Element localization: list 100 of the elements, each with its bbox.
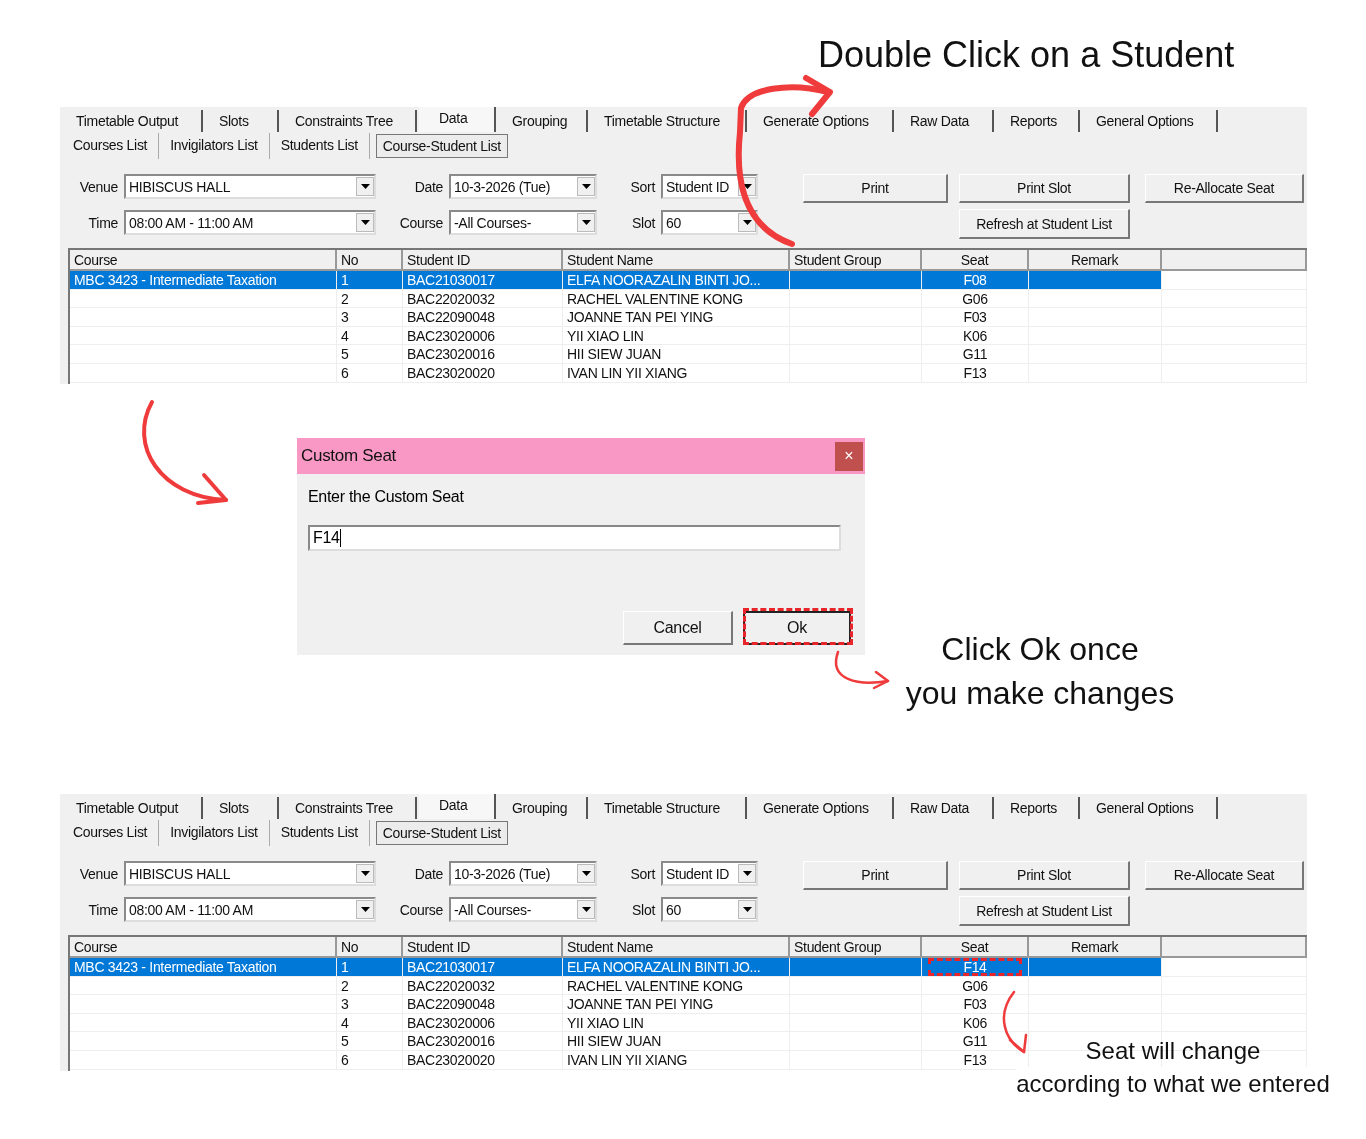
dialog-button[interactable]: Cancel [623,611,733,645]
curved-arrow [1002,990,1028,1054]
sub-tab[interactable]: Students List [269,820,370,846]
action-button[interactable]: Re-Allocate Seat [1145,861,1304,890]
tab[interactable]: Timetable Output [62,110,203,132]
column-header[interactable]: Student Name [563,250,790,271]
sub-tab[interactable]: Students List [269,133,370,159]
tab[interactable]: General Options [1082,797,1218,819]
table-cell: BAC22090048 [407,309,495,326]
table-cell: BAC23020020 [407,1051,495,1068]
table-cell: YII XIAO LIN [567,1014,644,1031]
dialog-button[interactable]: Ok [743,611,851,645]
column-header[interactable]: Student Name [563,937,790,958]
table-row[interactable]: 3 BAC22090048 JOANNE TAN PEI YING F03 [70,995,1307,1014]
field-label: Date [413,865,444,882]
table-row[interactable]: 4 BAC23020006 YII XIAO LIN K06 [70,326,1307,346]
tab[interactable]: Raw Data [896,797,994,819]
tab[interactable]: Raw Data [896,110,994,132]
tab[interactable]: Constraints Tree [281,110,417,132]
table-row[interactable]: 2 BAC22020032 RACHEL VALENTINE KONG G06 [70,289,1307,309]
column-header[interactable]: Course [70,937,337,958]
action-button[interactable]: Print Slot [959,174,1130,203]
tab[interactable]: Constraints Tree [281,797,417,819]
dropdown-field[interactable]: -All Courses- [449,210,597,235]
table-cell: 4 [341,327,349,344]
action-button[interactable]: Refresh at Student List [959,896,1130,926]
table-row[interactable]: 2 BAC22020032 RACHEL VALENTINE KONG G06 [70,976,1307,996]
action-button[interactable]: Refresh at Student List [959,209,1130,239]
column-header[interactable]: Student Group [790,250,922,271]
table-cell: IVAN LIN YII XIANG [567,1051,688,1068]
action-button[interactable]: Print [803,174,948,203]
table-row[interactable]: MBC 3423 - Intermediate Taxation 1 BAC21030017 ELFA NOORAZALIN BINTI JO... F14 [70,958,1307,977]
dropdown-field[interactable]: 08:00 AM - 11:00 AM [124,210,376,235]
dropdown-field[interactable]: Student ID [661,174,758,199]
table-cell: F14 [963,959,987,975]
tab[interactable]: Grouping [498,110,588,132]
table-cell: HII SIEW JUAN [567,1033,662,1050]
sub-tab[interactable]: Invigilators List [159,133,270,159]
tab[interactable]: Slots [205,110,279,132]
column-header[interactable]: Course [70,250,337,271]
table-cell: 1 [341,959,349,975]
tab[interactable]: Slots [205,797,279,819]
prompt-label: Enter the Custom Seat [308,488,465,507]
dropdown-field[interactable]: 60 [661,210,758,235]
column-header[interactable]: Remark [1029,937,1162,958]
table-cell: MBC 3423 - Intermediate Taxation [74,272,277,288]
curved-arrow [834,650,890,690]
sub-tab[interactable]: Course-Student List [375,134,508,158]
column-header[interactable]: Seat [922,250,1029,271]
sub-tab[interactable]: Course-Student List [375,821,508,845]
tab[interactable]: Data [419,794,496,819]
column-header[interactable]: Seat [922,937,1029,958]
dropdown-field[interactable]: 60 [661,897,758,922]
column-header[interactable]: Student ID [403,250,563,271]
tab[interactable]: Data [419,107,496,132]
tab[interactable]: Reports [996,110,1080,132]
dropdown-field[interactable]: 10-3-2026 (Tue) [449,861,597,886]
table-cell: G11 [962,1033,988,1050]
dropdown-field[interactable]: -All Courses- [449,897,597,922]
dropdown-field[interactable]: HIBISCUS HALL [124,861,376,886]
table-row[interactable]: 6 BAC23020020 IVAN LIN YII XIANG F13 [70,363,1307,383]
table-cell: JOANNE TAN PEI YING [567,996,713,1013]
sub-tab[interactable]: Courses List [62,820,160,846]
table-cell: BAC23020016 [407,346,495,363]
close-button[interactable]: × [835,441,863,471]
tab[interactable]: Generate Options [749,797,894,819]
table-cell: BAC23020020 [407,364,495,381]
column-header[interactable]: Student ID [403,937,563,958]
dropdown-field[interactable]: HIBISCUS HALL [124,174,376,199]
table-cell: G06 [962,977,988,994]
action-button[interactable]: Print [803,861,948,890]
tab[interactable]: General Options [1082,110,1218,132]
field-label: Date [413,178,444,195]
tab[interactable]: Reports [996,797,1080,819]
field-label: Slot [631,214,657,231]
sub-tab[interactable]: Invigilators List [159,820,270,846]
tab[interactable]: Timetable Output [62,797,203,819]
action-button[interactable]: Print Slot [959,861,1130,890]
table-cell: JOANNE TAN PEI YING [567,309,713,326]
dropdown-field[interactable]: 08:00 AM - 11:00 AM [124,897,376,922]
tab[interactable]: Timetable Structure [590,110,747,132]
field-label: Venue [78,178,119,195]
column-header[interactable]: Student Group [790,937,922,958]
table-cell: BAC21030017 [407,272,495,288]
table-row[interactable]: 4 BAC23020006 YII XIAO LIN K06 [70,1013,1307,1033]
column-header[interactable]: Remark [1029,250,1162,271]
action-button[interactable]: Re-Allocate Seat [1145,174,1304,203]
dropdown-field[interactable]: 10-3-2026 (Tue) [449,174,597,199]
table-row[interactable]: 5 BAC23020016 HII SIEW JUAN G11 [70,345,1307,364]
table-row[interactable]: 3 BAC22090048 JOANNE TAN PEI YING F03 [70,308,1307,327]
tab[interactable]: Generate Options [749,110,894,132]
note-text: according to what we entered [1016,1067,1330,1100]
column-header[interactable]: No [337,250,403,271]
dropdown-field[interactable]: Student ID [661,861,758,886]
table-row[interactable]: MBC 3423 - Intermediate Taxation 1 BAC21030017 ELFA NOORAZALIN BINTI JO... F08 [70,271,1307,290]
tab[interactable]: Timetable Structure [590,797,747,819]
sub-tab[interactable]: Courses List [62,133,160,159]
seat-input[interactable]: F14 [308,525,841,551]
column-header[interactable]: No [337,937,403,958]
tab[interactable]: Grouping [498,797,588,819]
